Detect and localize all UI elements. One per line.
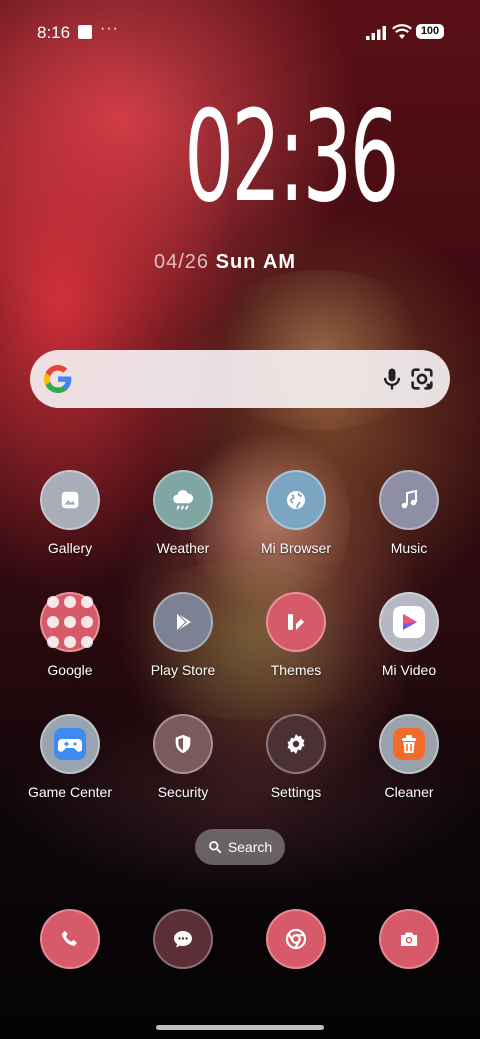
app-gallery[interactable]: Gallery <box>14 470 126 556</box>
gear-icon <box>266 714 326 774</box>
more-notifications: ··· <box>100 20 119 37</box>
app-label: Mi Video <box>381 662 437 678</box>
phone-icon <box>61 930 77 946</box>
play-icon <box>153 592 213 652</box>
app-label: Cleaner <box>384 784 434 800</box>
trash-icon <box>379 714 439 774</box>
themes-icon <box>266 592 326 652</box>
app-weather[interactable]: Weather <box>127 470 239 556</box>
google-search-widget[interactable] <box>30 350 450 408</box>
google-logo <box>44 365 72 393</box>
app-label: Settings <box>270 784 322 800</box>
app-label: Gallery <box>47 540 93 556</box>
app-mi-video[interactable]: Mi Video <box>353 592 465 678</box>
shield-icon <box>153 714 213 774</box>
app-label: Themes <box>270 662 322 678</box>
ampm-text: AM <box>262 251 297 273</box>
app-search-button[interactable]: Search <box>195 829 285 865</box>
gallery-icon <box>40 470 100 530</box>
app-security[interactable]: Security <box>127 714 239 800</box>
app-folder-google[interactable]: Google <box>14 592 126 678</box>
wifi-icon <box>392 24 412 39</box>
dock-chrome[interactable] <box>266 909 326 969</box>
dock-phone[interactable] <box>40 909 100 969</box>
app-label: Mi Browser <box>260 540 331 556</box>
folder-icon <box>40 592 100 652</box>
app-label: Music <box>390 540 428 556</box>
app-music[interactable]: Music <box>353 470 465 556</box>
app-game-center[interactable]: Game Center <box>14 714 126 800</box>
signal-icon <box>366 26 386 40</box>
app-mi-browser[interactable]: Mi Browser <box>240 470 352 556</box>
app-label: Google <box>47 662 93 678</box>
app-label: Game Center <box>27 784 113 800</box>
camera-icon <box>401 932 417 946</box>
lens-icon[interactable] <box>408 365 436 393</box>
chat-icon <box>174 931 192 948</box>
mi-video-icon <box>379 592 439 652</box>
globe-icon <box>266 470 326 530</box>
gamepad-icon <box>40 714 100 774</box>
chrome-icon <box>285 928 307 950</box>
search-icon <box>208 841 221 854</box>
home-indicator[interactable] <box>156 1025 324 1030</box>
app-settings[interactable]: Settings <box>240 714 352 800</box>
mic-icon[interactable] <box>378 365 406 393</box>
app-label: Weather <box>156 540 210 556</box>
date-text: 04/26 <box>154 251 210 273</box>
battery-indicator: 100 <box>416 24 444 39</box>
dock-messages[interactable] <box>153 909 213 969</box>
app-themes[interactable]: Themes <box>240 592 352 678</box>
status-time: 8:16 <box>37 23 71 42</box>
app-label: Security <box>157 784 209 800</box>
dock-camera[interactable] <box>379 909 439 969</box>
cloud-rain-icon <box>153 470 213 530</box>
search-label: Search <box>227 839 273 855</box>
app-play-store[interactable]: Play Store <box>127 592 239 678</box>
notification-square-icon <box>78 25 92 39</box>
app-label: Play Store <box>150 662 216 678</box>
music-note-icon <box>379 470 439 530</box>
lock-clock: 02:36 <box>184 83 399 230</box>
status-bar: 8:16 ··· 100 <box>0 18 480 48</box>
clock-date: 04/26 Sun AM <box>154 251 296 274</box>
app-cleaner[interactable]: Cleaner <box>353 714 465 800</box>
weekday-text: Sun <box>215 251 257 273</box>
